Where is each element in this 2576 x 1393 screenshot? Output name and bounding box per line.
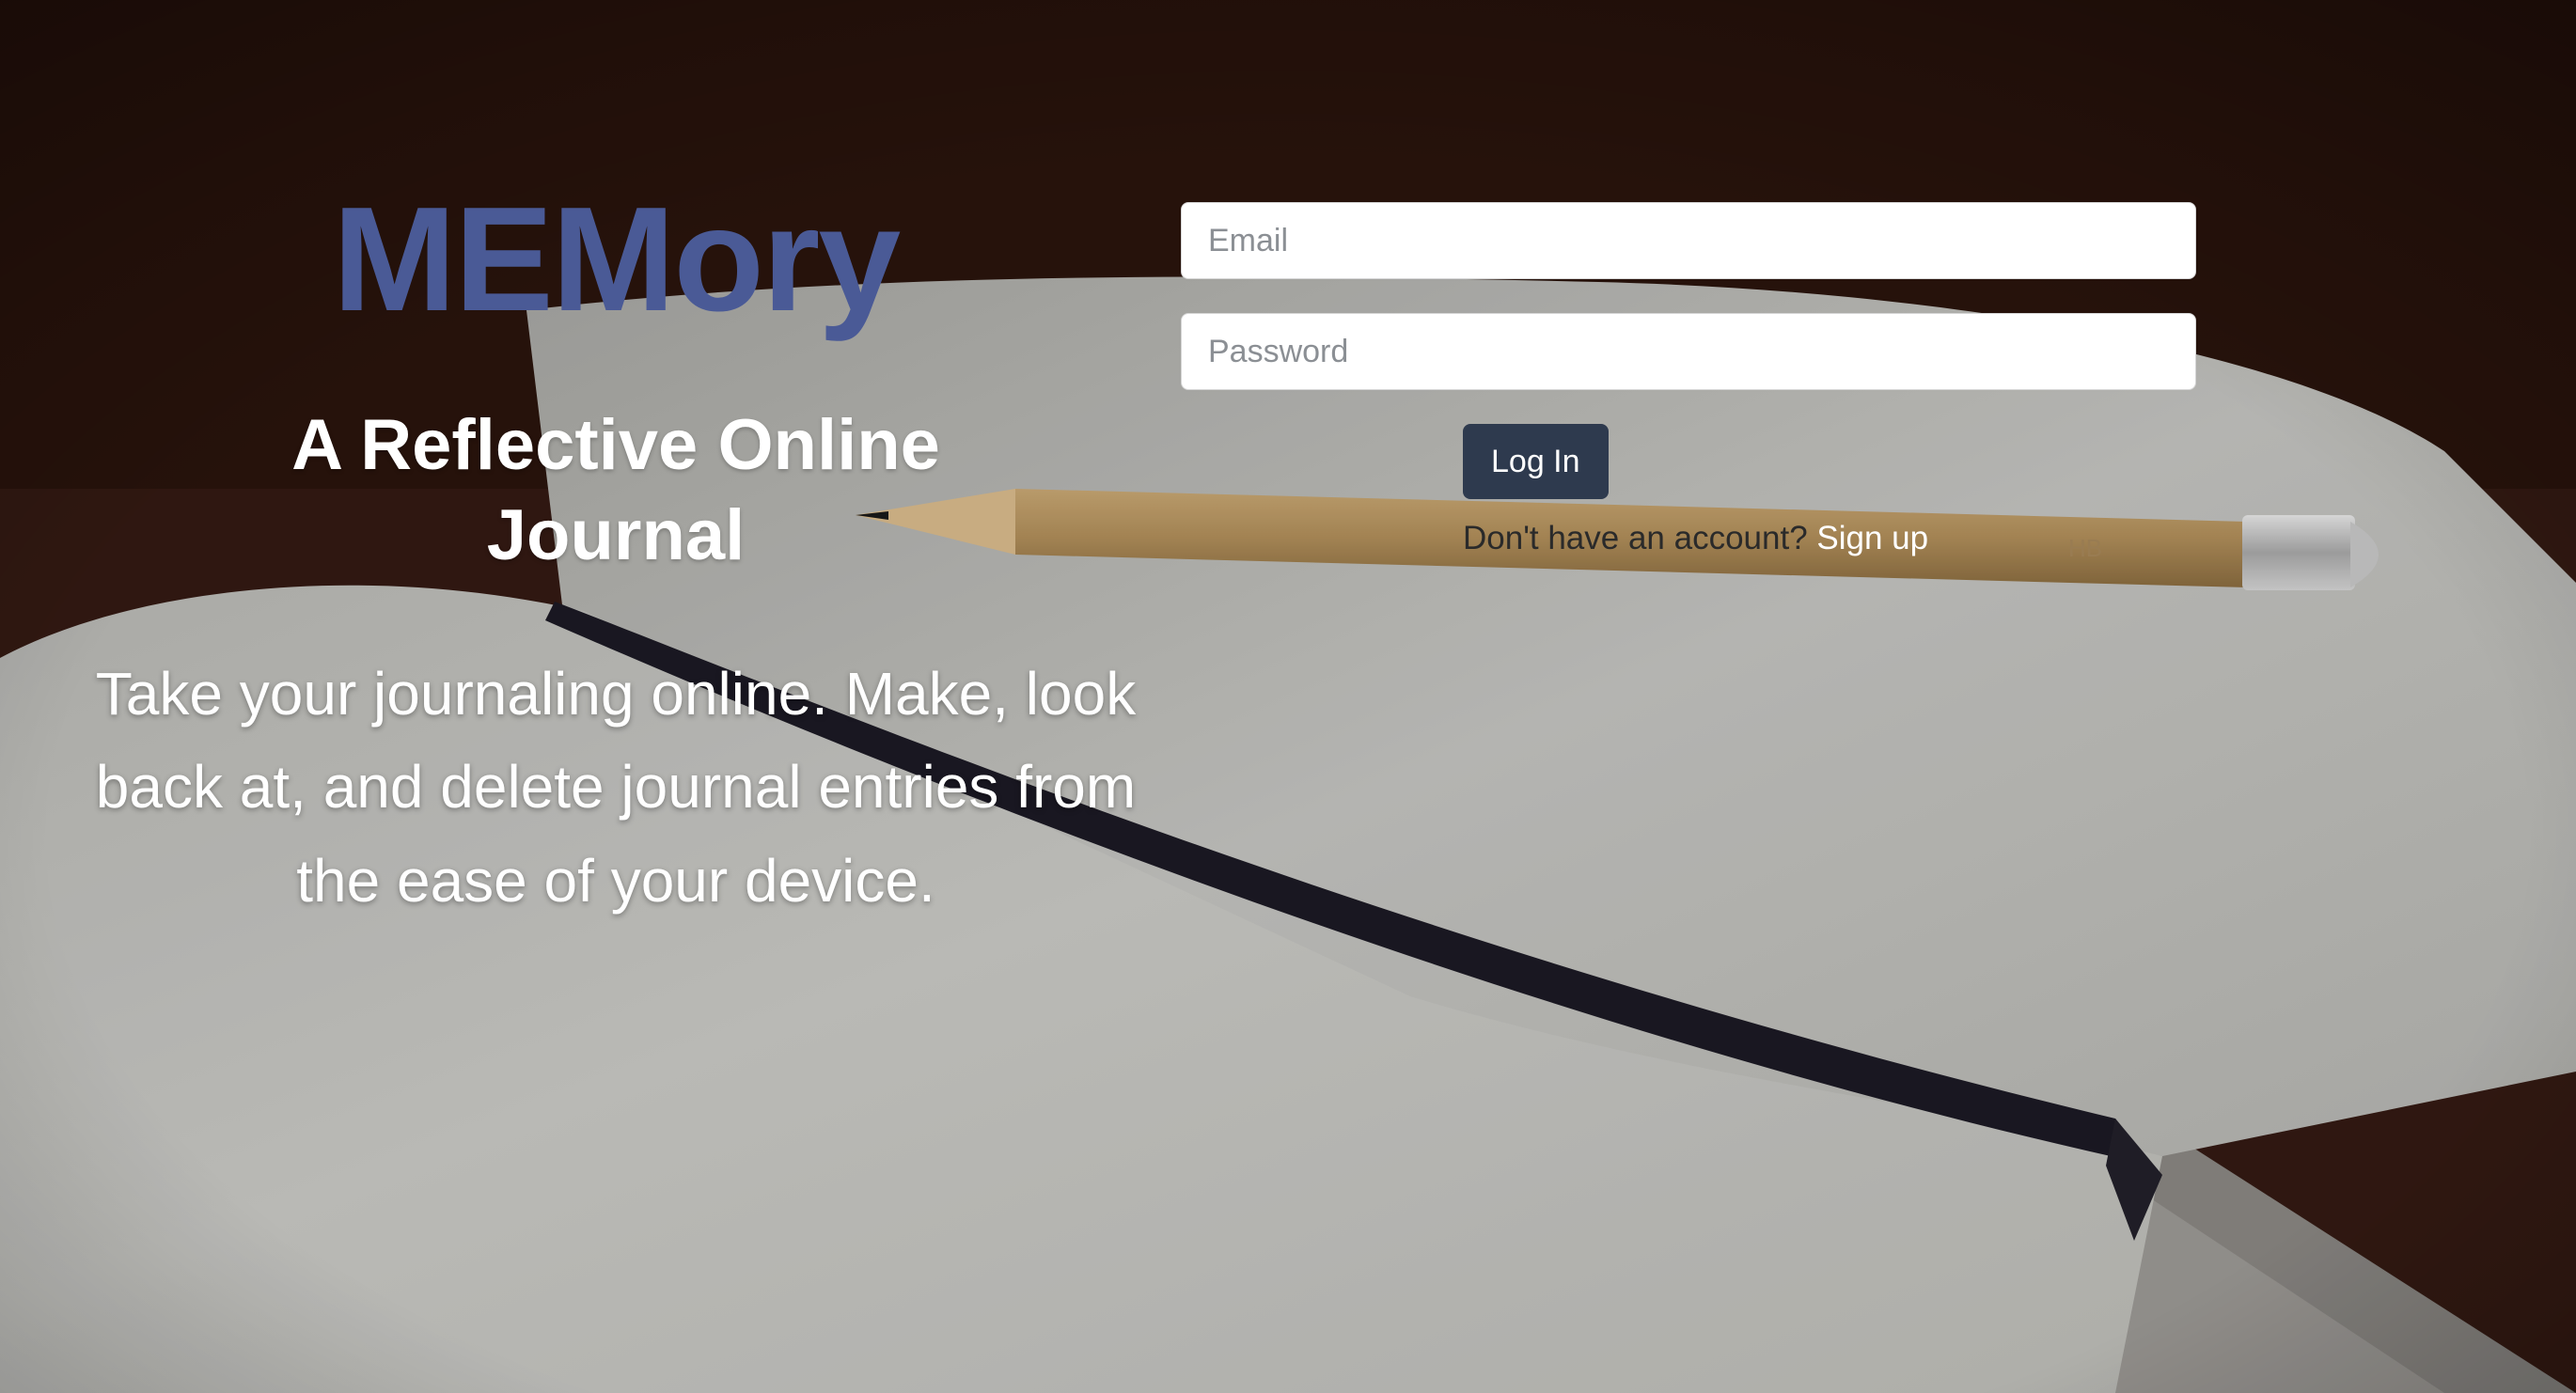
email-input[interactable]: [1181, 202, 2196, 279]
signup-line: Don't have an account? Sign up: [1463, 520, 2196, 557]
description: Take your journaling online. Make, look …: [95, 660, 1137, 915]
login-actions: Log In Don't have an account? Sign up: [1463, 424, 2196, 557]
login-form: Log In Don't have an account? Sign up: [1181, 202, 2196, 557]
login-page: HB MEMory A Reflective Online Journal Ta…: [0, 0, 2576, 1393]
brand-logo: MEMory: [332, 177, 902, 342]
tagline: A Reflective Online Journal: [291, 404, 940, 575]
signup-link[interactable]: Sign up: [1816, 520, 1928, 556]
signup-prompt: Don't have an account?: [1463, 520, 1808, 556]
hero-section: MEMory A Reflective Online Journal Take …: [94, 177, 1138, 928]
login-button[interactable]: Log In: [1463, 424, 1609, 499]
password-input[interactable]: [1181, 313, 2196, 390]
